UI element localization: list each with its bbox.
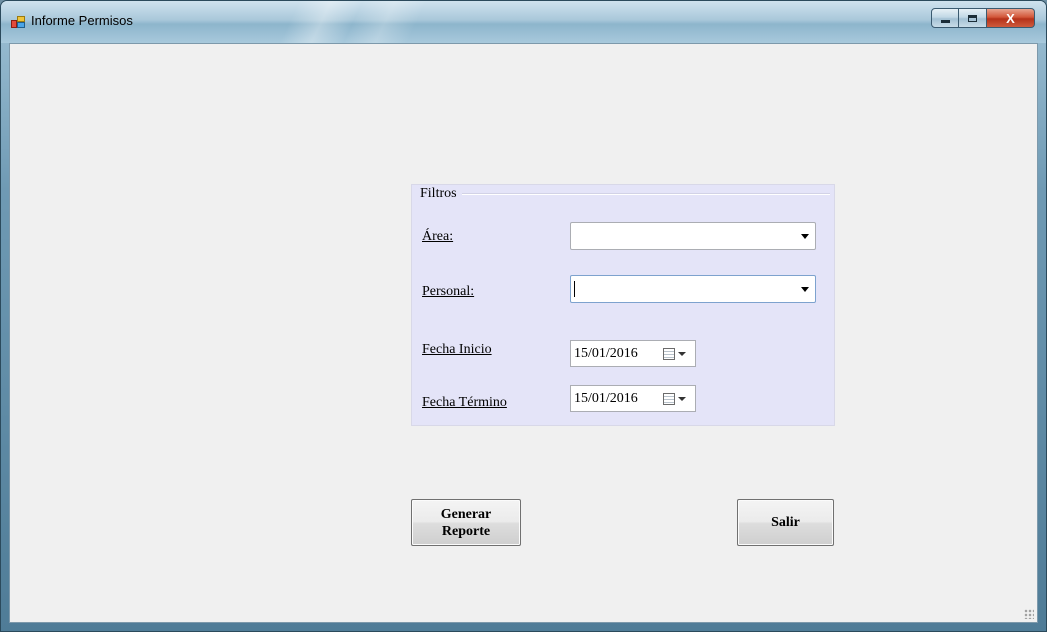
filters-group-title: Filtros <box>420 186 460 202</box>
chevron-down-icon[interactable] <box>678 397 686 401</box>
caption-buttons: X <box>931 8 1035 32</box>
fecha-inicio-value: 15/01/2016 <box>574 346 638 361</box>
fecha-inicio-datepicker[interactable]: 15/01/2016 <box>570 340 696 367</box>
minimize-icon <box>940 19 950 23</box>
resize-grip[interactable] <box>1024 609 1034 619</box>
groupbox-border <box>462 193 830 195</box>
close-icon: X <box>1006 10 1015 26</box>
generar-reporte-label-line2: Reporte <box>441 523 491 539</box>
area-combobox[interactable] <box>570 222 816 250</box>
generar-reporte-label-line1: Generar <box>440 506 492 522</box>
chevron-down-icon[interactable] <box>801 287 809 292</box>
app-icon[interactable] <box>11 16 25 28</box>
filters-groupbox: Filtros Área: Personal: Fecha Inicio 15/… <box>411 184 835 426</box>
personal-label: Personal: <box>422 284 475 299</box>
minimize-button[interactable] <box>931 8 959 28</box>
maximize-icon <box>968 14 977 22</box>
fecha-termino-label: Fecha Término <box>422 395 507 410</box>
fecha-termino-value: 15/01/2016 <box>574 391 638 406</box>
window-title: Informe Permisos <box>31 13 133 28</box>
maximize-button[interactable] <box>959 8 987 28</box>
salir-button[interactable]: Salir <box>737 499 834 546</box>
chevron-down-icon[interactable] <box>801 234 809 239</box>
salir-label: Salir <box>771 515 800 530</box>
close-button[interactable]: X <box>987 8 1035 28</box>
generar-reporte-button[interactable]: Generar Reporte <box>411 499 521 546</box>
chevron-down-icon[interactable] <box>678 352 686 356</box>
text-cursor <box>574 281 575 297</box>
personal-combobox[interactable] <box>570 275 816 303</box>
area-label: Área: <box>422 229 454 244</box>
calendar-icon[interactable] <box>663 348 675 360</box>
fecha-termino-datepicker[interactable]: 15/01/2016 <box>570 385 696 412</box>
app-window: Informe Permisos X Filtros Área: Persona… <box>0 0 1047 632</box>
form-client-area: Filtros Área: Personal: Fecha Inicio 15/… <box>9 43 1038 623</box>
calendar-icon[interactable] <box>663 393 675 405</box>
fecha-inicio-label: Fecha Inicio <box>422 342 492 357</box>
title-bar[interactable]: Informe Permisos X <box>1 1 1046 43</box>
